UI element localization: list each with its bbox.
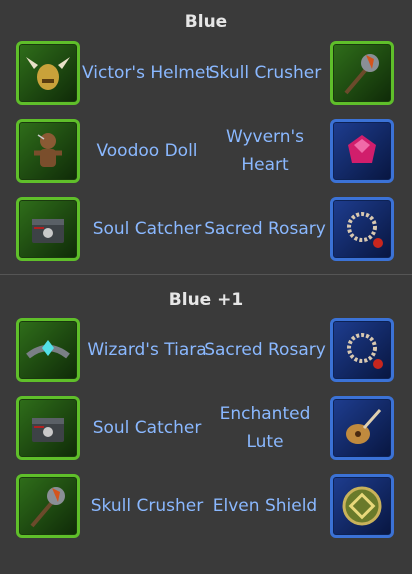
section-blue: Blue Victor's Helmet Skull Crusher Voodo…	[0, 0, 412, 272]
item-label: Sacred Rosary	[204, 340, 326, 360]
item-row: Victor's Helmet Skull Crusher	[0, 38, 412, 116]
item-row: Wizard's Tiara Sacred Rosary	[0, 315, 412, 393]
item-label: Wizard's Tiara	[87, 340, 207, 360]
item-label: Voodoo Doll	[96, 141, 198, 161]
tiara-icon[interactable]	[16, 318, 80, 382]
item-row: Soul Catcher Enchanted Lute	[0, 393, 412, 471]
skull-chest-icon[interactable]	[16, 197, 80, 261]
item-row: Soul Catcher Sacred Rosary	[0, 194, 412, 272]
item-label: Skull Crusher	[208, 63, 322, 83]
winged-helmet-icon[interactable]	[16, 41, 80, 105]
item-row: Skull Crusher Elven Shield	[0, 471, 412, 549]
mace-icon[interactable]	[16, 474, 80, 538]
item-label: Victor's Helmet	[82, 63, 212, 83]
section-title: Blue	[184, 12, 228, 32]
section-blue-plus-1: Blue +1 Wizard's Tiara Sacred Rosary Sou…	[0, 275, 412, 549]
item-label: Enchanted Lute	[219, 404, 311, 452]
item-label: Sacred Rosary	[204, 219, 326, 239]
rosary-beads-icon[interactable]	[330, 197, 394, 261]
mace-icon[interactable]	[330, 41, 394, 105]
red-gem-icon[interactable]	[330, 119, 394, 183]
skull-chest-icon[interactable]	[16, 396, 80, 460]
item-label: Skull Crusher	[90, 496, 204, 516]
section-title: Blue +1	[168, 290, 244, 310]
item-label: Soul Catcher	[92, 219, 202, 239]
item-label: Elven Shield	[212, 496, 318, 516]
item-label: Wyvern's Heart	[225, 127, 305, 175]
shield-icon[interactable]	[330, 474, 394, 538]
item-label: Soul Catcher	[92, 418, 202, 438]
lute-icon[interactable]	[330, 396, 394, 460]
voodoo-doll-icon[interactable]	[16, 119, 80, 183]
item-row: Voodoo Doll Wyvern's Heart	[0, 116, 412, 194]
rosary-beads-icon[interactable]	[330, 318, 394, 382]
